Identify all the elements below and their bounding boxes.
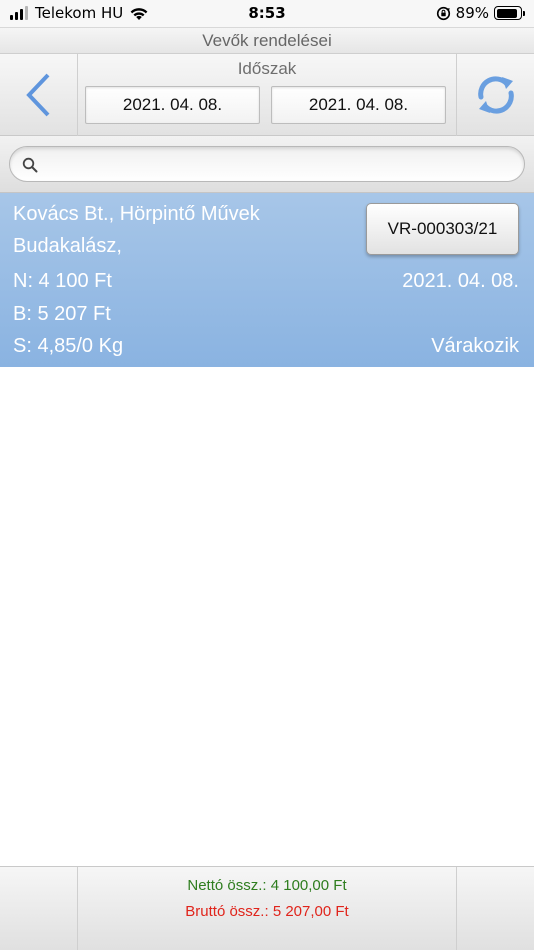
order-gross: B: 5 207 Ft: [13, 303, 111, 325]
search-icon: [22, 157, 38, 173]
orientation-lock-icon: [436, 6, 450, 20]
period-label: Időszak: [237, 59, 297, 78]
footer-left-cell: [0, 867, 78, 950]
order-number-button[interactable]: VR-000303/21: [366, 203, 519, 255]
footer-right-cell: [456, 867, 534, 950]
search-input[interactable]: [46, 147, 506, 181]
order-city: Budakalász,: [13, 235, 122, 257]
battery-percent: 89%: [455, 4, 489, 22]
order-weight: S: 4,85/0 Kg: [13, 335, 124, 357]
totals-footer: Nettó össz.: 4 100,00 Ft Bruttó össz.: 5…: [0, 866, 534, 950]
search-bar: [0, 136, 534, 193]
search-box[interactable]: [9, 146, 525, 182]
refresh-icon: [477, 76, 514, 114]
order-net: N: 4 100 Ft: [13, 270, 112, 292]
back-button[interactable]: [0, 54, 78, 136]
toolbar: Időszak 2021. 04. 08. 2021. 04. 08.: [0, 54, 534, 136]
refresh-button[interactable]: [456, 54, 534, 136]
page-title: Vevők rendelései: [0, 27, 534, 54]
chevron-left-icon: [25, 73, 49, 117]
net-total: Nettó össz.: 4 100,00 Ft: [187, 877, 347, 894]
order-status: Várakozik: [431, 335, 519, 357]
status-right: 89%: [436, 4, 525, 22]
order-date: 2021. 04. 08.: [402, 270, 519, 292]
status-bar: Telekom HU 8:53 89%: [0, 0, 534, 27]
order-customer: Kovács Bt., Hörpintő Művek: [13, 203, 260, 225]
period-selector: Időszak 2021. 04. 08. 2021. 04. 08.: [78, 54, 456, 136]
gross-total: Bruttó össz.: 5 207,00 Ft: [185, 903, 349, 920]
order-list-item[interactable]: Kovács Bt., Hörpintő Művek Budakalász, N…: [0, 193, 534, 367]
date-from-field[interactable]: 2021. 04. 08.: [85, 86, 260, 124]
date-to-field[interactable]: 2021. 04. 08.: [271, 86, 446, 124]
battery-icon: [494, 6, 525, 20]
